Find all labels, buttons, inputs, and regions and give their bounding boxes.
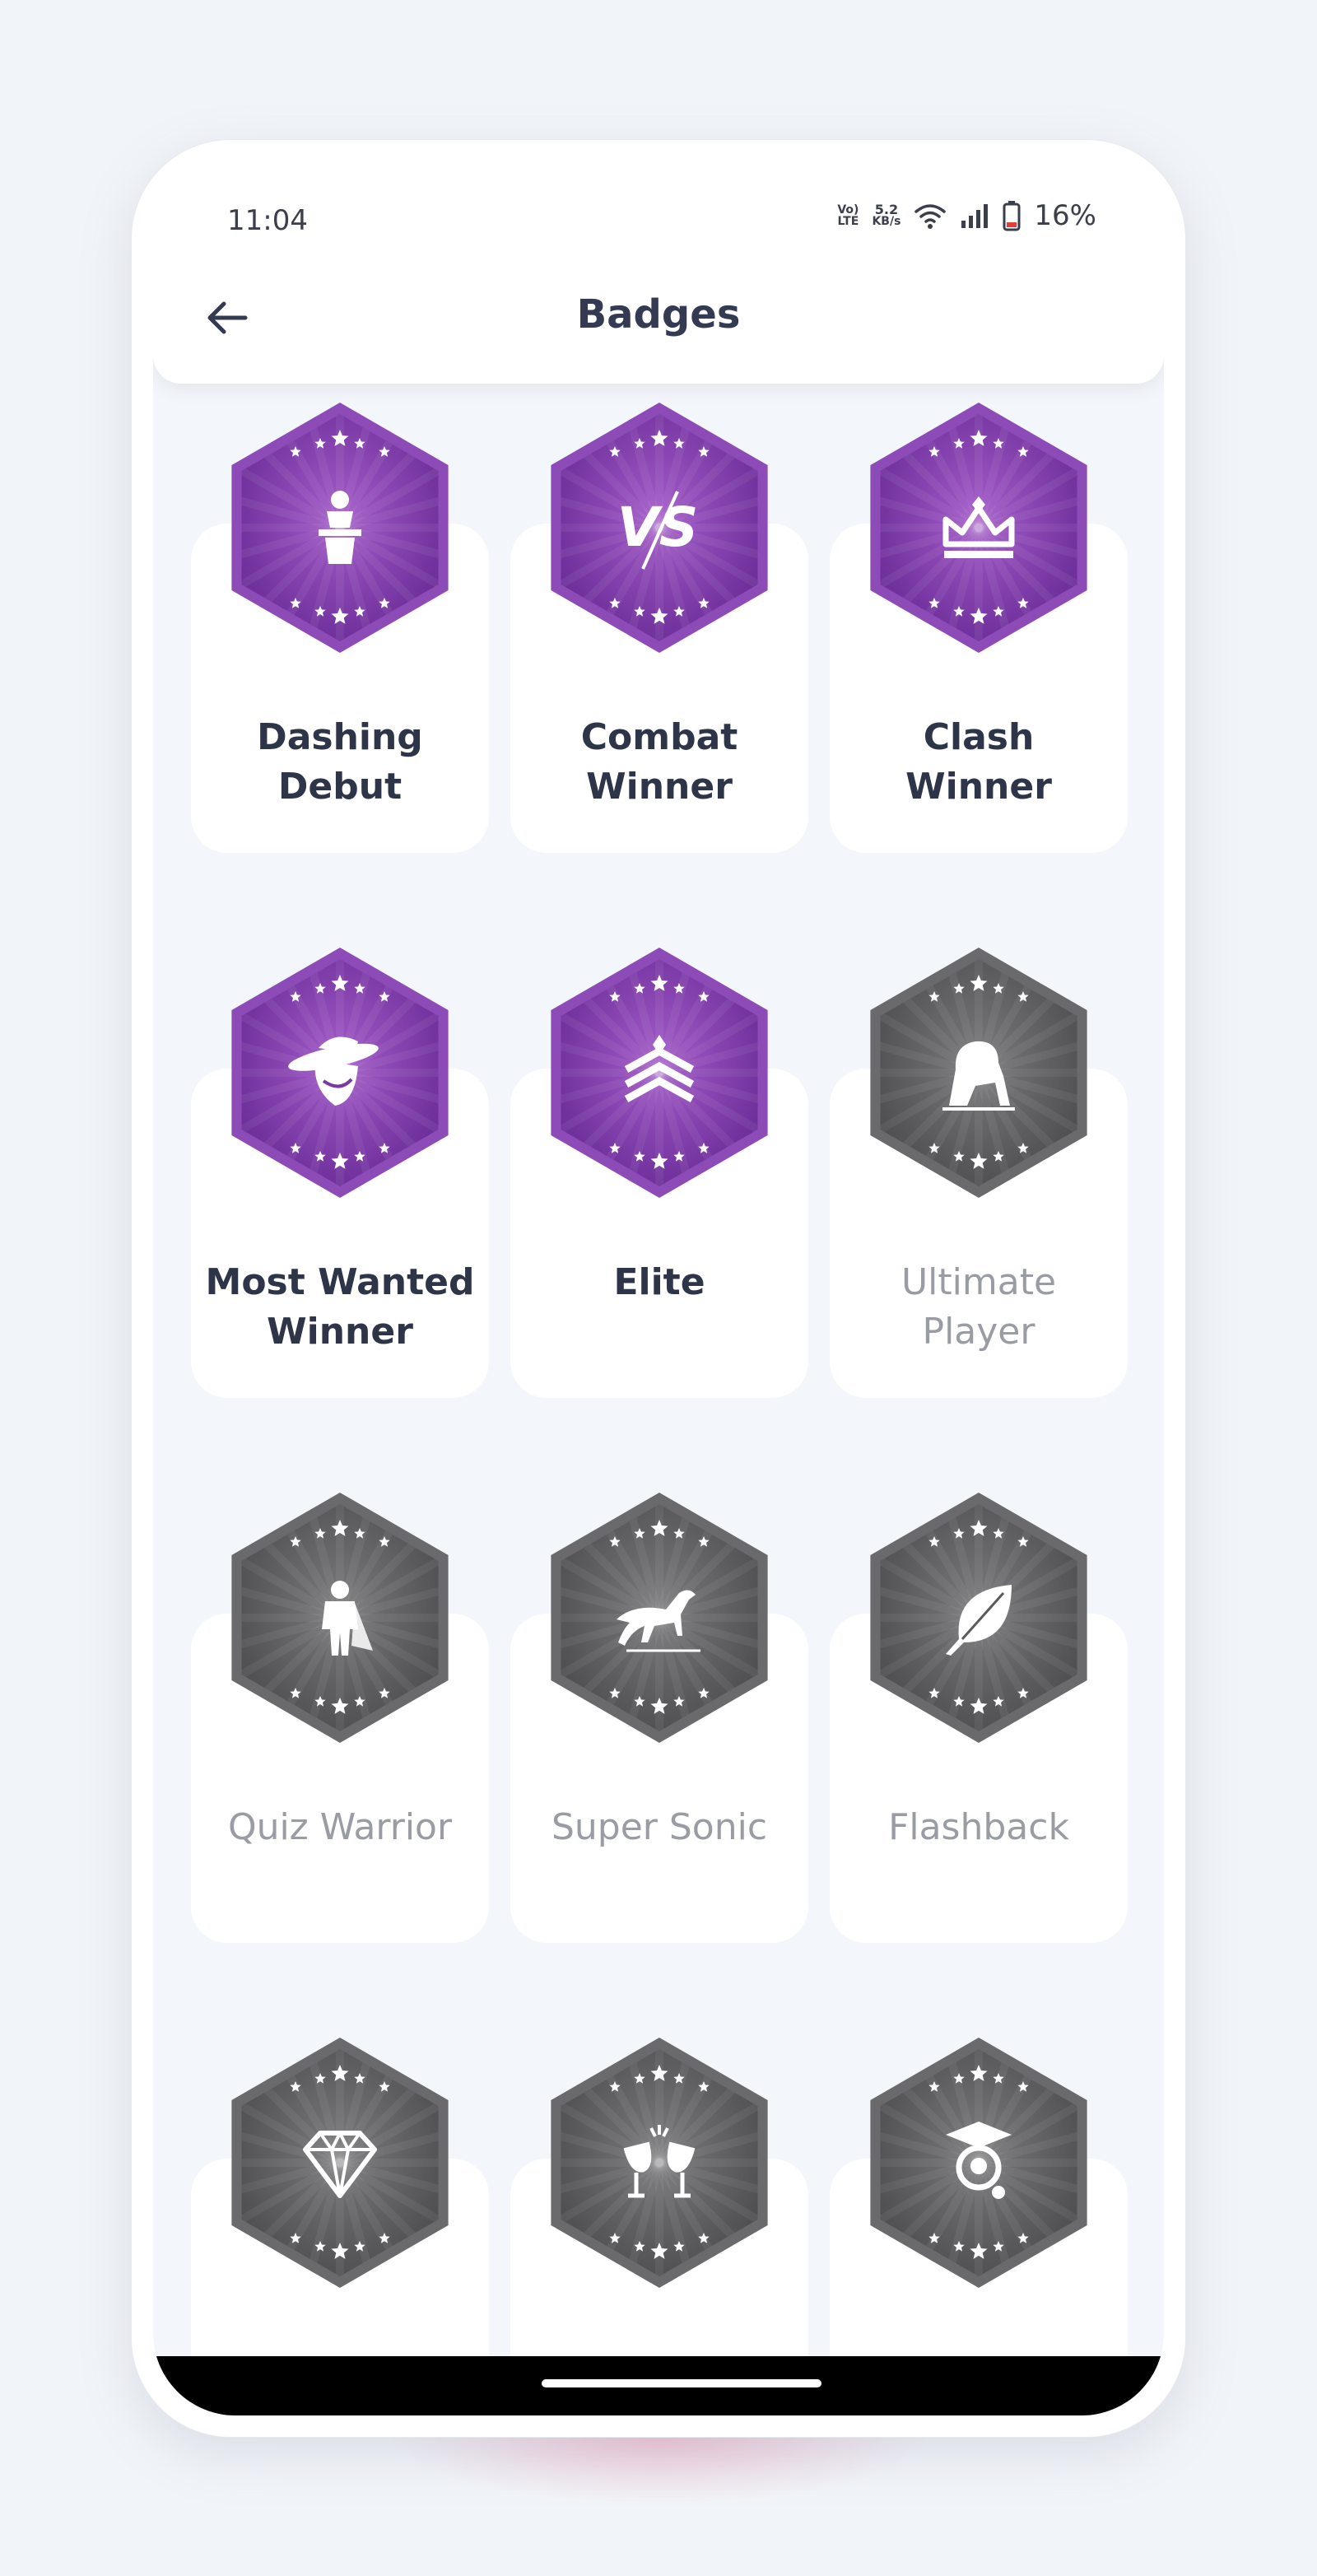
- badge-label-line2: Winner: [586, 766, 733, 808]
- badge-label: Super Sonic: [510, 1803, 808, 1852]
- badge-label-line2: Player: [922, 1311, 1035, 1353]
- versus-badge-icon: VS: [542, 400, 776, 655]
- badge-label-line1: Combat: [580, 716, 738, 758]
- horse-badge-icon: [542, 1490, 776, 1745]
- badge-label-line2: Debut: [277, 766, 403, 808]
- rank-chevron-badge-icon: [542, 945, 776, 1200]
- badge-label-line2: Winner: [905, 766, 1052, 808]
- home-gesture-pill[interactable]: [542, 2379, 821, 2387]
- badge-label: Ultimate Player: [830, 1258, 1128, 1357]
- battery-icon: [1003, 201, 1021, 231]
- graduate-badge-icon: [862, 2035, 1096, 2290]
- status-icons: Vo) LTE 5.2 KB/s 16%: [837, 199, 1096, 232]
- badge-label-line1: Ultimate: [900, 1261, 1057, 1303]
- crown-badge-icon: [862, 400, 1096, 655]
- lion-badge-icon: [862, 945, 1096, 1200]
- badge-label-line1: Flashback: [888, 1806, 1069, 1848]
- superhero-badge-icon: [223, 1490, 457, 1745]
- phone-frame: 11:04 Vo) LTE 5.2 KB/s 16% Badges Dashin…: [132, 140, 1185, 2437]
- badge-label-line1: Clash: [923, 716, 1035, 758]
- badge-label: Elite: [510, 1258, 808, 1307]
- badge-label-line1: Most Wanted: [205, 1261, 475, 1303]
- badge-label: Clash Winner: [830, 713, 1128, 812]
- page-title: Badges: [576, 291, 741, 338]
- cheers-glasses-badge-icon: [542, 2035, 776, 2290]
- badge-label: Dashing Debut: [191, 713, 489, 812]
- badge-label-line1: Elite: [613, 1261, 705, 1303]
- network-speed-indicator: 5.2 KB/s: [872, 202, 901, 228]
- feather-badge-icon: [862, 1490, 1096, 1745]
- badge-label: Quiz Warrior: [191, 1803, 489, 1852]
- signal-icon: [961, 204, 989, 228]
- speaker-podium-badge-icon: [223, 400, 457, 655]
- svg-text:VS: VS: [617, 496, 699, 559]
- system-navigation-bar: [153, 2356, 1164, 2415]
- app-header: 11:04 Vo) LTE 5.2 KB/s 16% Badges: [153, 161, 1164, 384]
- wifi-icon: [914, 204, 947, 229]
- diamond-badge-icon: [223, 2035, 457, 2290]
- badge-label: Most Wanted Winner: [191, 1258, 489, 1357]
- badge-label: Combat Winner: [510, 713, 808, 812]
- badge-label: Flashback: [830, 1803, 1128, 1852]
- app-screen: 11:04 Vo) LTE 5.2 KB/s 16% Badges Dashin…: [153, 161, 1164, 2415]
- badge-label-line1: Super Sonic: [551, 1806, 768, 1848]
- cowboy-badge-icon: [223, 945, 457, 1200]
- status-time: 11:04: [227, 204, 308, 237]
- battery-percentage: 16%: [1034, 199, 1096, 232]
- badge-label-line2: Winner: [267, 1311, 413, 1353]
- badge-label-line1: Quiz Warrior: [227, 1806, 453, 1848]
- badge-label-line1: Dashing: [257, 716, 423, 758]
- network-type-indicator: Vo) LTE: [837, 203, 859, 228]
